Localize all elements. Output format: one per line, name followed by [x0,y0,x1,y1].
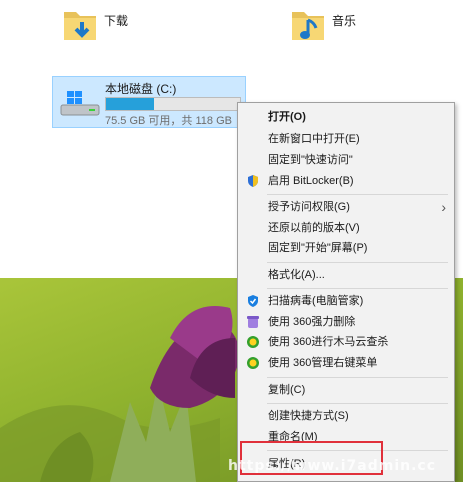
drive-name: 本地磁盘 (C:) [105,82,177,96]
music-folder-label: 音乐 [332,14,357,28]
drive-space-text: 75.5 GB 可用，共 118 GB [105,115,232,127]
windows-drive-icon [60,91,100,116]
drive-usage-bar [105,97,241,111]
menu-separator [267,194,448,195]
downloads-folder[interactable]: 下载 [62,6,128,44]
menu-copy[interactable]: 复制(C) [238,380,454,400]
menu-scan-virus[interactable]: 扫描病毒(电脑管家) [238,291,454,311]
menu-enable-bitlocker[interactable]: 启用 BitLocker(B) [238,171,454,191]
360-delete-icon [247,316,259,328]
shield-icon [248,175,258,187]
menu-restore-versions[interactable]: 还原以前的版本(V) [238,218,454,238]
submenu-arrow-icon: › [441,199,446,215]
menu-360-trojan-scan[interactable]: 使用 360进行木马云查杀 [238,332,454,352]
menu-separator [267,288,448,289]
downloads-folder-label: 下载 [104,14,129,28]
menu-separator [267,377,448,378]
menu-open[interactable]: 打开(O) [238,107,454,127]
menu-grant-access[interactable]: 授予访问权限(G) › [238,197,454,217]
menu-360-force-delete[interactable]: 使用 360强力删除 [238,312,454,332]
menu-open-new-window[interactable]: 在新窗口中打开(E) [238,129,454,149]
music-folder-icon [292,12,324,40]
menu-separator [267,262,448,263]
music-folder[interactable]: 音乐 [290,6,356,44]
menu-pin-start[interactable]: 固定到"开始"屏幕(P) [238,238,454,258]
menu-360-manage-menu[interactable]: 使用 360管理右键菜单 [238,353,454,373]
local-disk-c[interactable]: 本地磁盘 (C:) 75.5 GB 可用，共 118 GB [52,76,246,128]
drive-usage-fill [106,98,155,110]
menu-separator [267,403,448,404]
tencent-shield-icon [248,295,258,307]
360-menu-icon [247,357,259,369]
menu-format[interactable]: 格式化(A)... [238,265,454,285]
watermark-text: https://www.i7admin.cc [228,458,437,474]
menu-pin-quick-access[interactable]: 固定到"快速访问" [238,150,454,170]
context-menu: 打开(O) 在新窗口中打开(E) 固定到"快速访问" 启用 BitLocker(… [237,102,455,482]
360-scan-icon [247,336,259,348]
downloads-folder-icon [64,12,96,40]
menu-create-shortcut[interactable]: 创建快捷方式(S) [238,406,454,426]
